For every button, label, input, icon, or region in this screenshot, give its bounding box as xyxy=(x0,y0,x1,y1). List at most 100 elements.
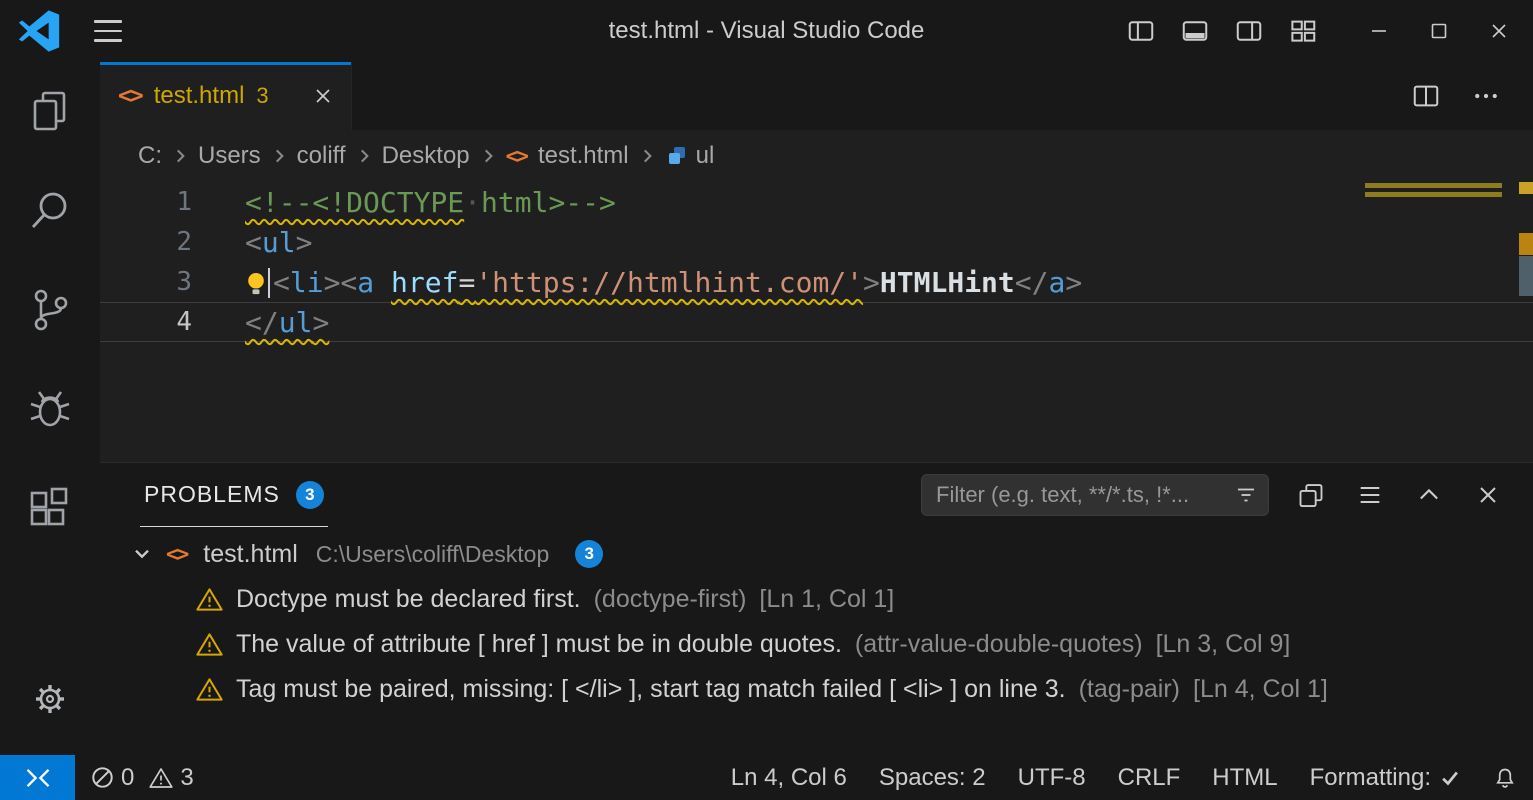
code-line-4[interactable]: 4</ul> xyxy=(100,302,1533,342)
notifications-bell-icon[interactable] xyxy=(1477,755,1533,800)
maximize-panel-icon[interactable] xyxy=(1412,478,1446,512)
toggle-primary-sidebar-icon[interactable] xyxy=(1121,11,1161,51)
breadcrumb-item-users[interactable]: Users xyxy=(198,142,261,170)
problems-file-row[interactable]: <> test.html C:\Users\coliff\Desktop 3 xyxy=(100,531,1533,577)
problem-message: Tag must be paired, missing: [ </li> ], … xyxy=(236,675,1066,704)
remote-indicator[interactable] xyxy=(0,755,75,800)
overview-ruler-mark xyxy=(1519,182,1533,194)
minimap-warning-mark xyxy=(1365,183,1502,188)
split-editor-icon[interactable] xyxy=(1409,79,1443,113)
problem-position: [Ln 3, Col 9] xyxy=(1156,630,1291,659)
settings-gear-icon[interactable] xyxy=(0,657,100,741)
close-panel-icon[interactable] xyxy=(1471,478,1505,512)
error-count: 0 xyxy=(121,764,134,792)
minimize-button[interactable] xyxy=(1357,9,1401,53)
chevron-right-icon xyxy=(355,147,373,165)
formatting-label: Formatting: xyxy=(1310,764,1431,792)
tab-problems[interactable]: PROBLEMS 3 xyxy=(140,463,328,527)
breadcrumb-item-c[interactable]: C: xyxy=(138,142,162,170)
toggle-secondary-sidebar-icon[interactable] xyxy=(1229,11,1269,51)
errors-icon xyxy=(91,766,114,789)
eol-status[interactable]: CRLF xyxy=(1102,755,1197,800)
problems-panel: PROBLEMS 3 xyxy=(100,462,1533,755)
problems-file-name: test.html xyxy=(203,540,297,569)
file-problems-badge: 3 xyxy=(575,540,603,568)
tab-bar: <> test.html 3 xyxy=(100,62,1533,130)
problems-status[interactable]: 0 3 xyxy=(75,755,218,800)
problems-file-path: C:\Users\coliff\Desktop xyxy=(316,541,549,568)
explorer-icon[interactable] xyxy=(0,62,100,161)
problem-row-1[interactable]: Doctype must be declared first. (doctype-… xyxy=(100,577,1533,622)
chevron-right-icon xyxy=(479,147,497,165)
problems-list: Doctype must be declared first. (doctype-… xyxy=(100,577,1533,712)
code-line-2[interactable]: 2<ul> xyxy=(100,222,1533,262)
breadcrumb-item-desktop[interactable]: Desktop xyxy=(382,142,470,170)
breadcrumb-label: coliff xyxy=(297,142,346,170)
problem-position: [Ln 4, Col 1] xyxy=(1193,675,1328,704)
problems-filter[interactable] xyxy=(921,474,1269,516)
code-line-3[interactable]: 3<li><a href='https://htmlhint.com/'>HTM… xyxy=(100,262,1533,302)
editor[interactable]: 1<!--<!DOCTYPE·html>-->2<ul>3<li><a href… xyxy=(100,182,1533,462)
breadcrumb-item-ul[interactable]: ul xyxy=(665,142,715,170)
warnings-icon xyxy=(149,767,173,789)
menu-icon[interactable] xyxy=(94,20,122,42)
problems-tree: <> test.html C:\Users\coliff\Desktop 3 D… xyxy=(100,527,1533,712)
formatting-status[interactable]: Formatting: xyxy=(1294,755,1477,800)
source-control-icon[interactable] xyxy=(0,260,100,359)
problem-position: [Ln 1, Col 1] xyxy=(759,585,894,614)
breadcrumb-label: test.html xyxy=(538,142,629,170)
panel-header: PROBLEMS 3 xyxy=(100,463,1533,527)
activity-bar xyxy=(0,62,100,755)
tab-label: test.html xyxy=(154,82,245,110)
customize-layout-icon[interactable] xyxy=(1283,11,1323,51)
chevron-right-icon xyxy=(638,147,656,165)
toggle-panel-icon[interactable] xyxy=(1175,11,1215,51)
problem-source: (doctype-first) xyxy=(594,585,747,614)
close-tab-icon[interactable] xyxy=(311,84,335,108)
warning-count: 3 xyxy=(180,764,193,792)
line-number: 4 xyxy=(100,307,192,337)
problems-count-badge: 3 xyxy=(296,481,324,509)
more-actions-icon[interactable] xyxy=(1469,79,1503,113)
filter-input[interactable] xyxy=(936,482,1234,508)
collapse-all-icon[interactable] xyxy=(1353,478,1387,512)
breadcrumb-label: Desktop xyxy=(382,142,470,170)
lightbulb-icon[interactable] xyxy=(245,271,267,297)
warning-icon xyxy=(196,587,223,612)
indentation-status[interactable]: Spaces: 2 xyxy=(863,755,1002,800)
search-icon[interactable] xyxy=(0,161,100,260)
breadcrumb-item-coliff[interactable]: coliff xyxy=(297,142,346,170)
close-window-button[interactable] xyxy=(1477,9,1521,53)
breadcrumb-label: ul xyxy=(696,142,715,170)
code-lines: 1<!--<!DOCTYPE·html>-->2<ul>3<li><a href… xyxy=(100,182,1533,342)
problem-row-3[interactable]: Tag must be paired, missing: [ </li> ], … xyxy=(100,667,1533,712)
html-file-icon: <> xyxy=(506,144,531,168)
scrollbar-slider[interactable] xyxy=(1519,256,1533,296)
problem-message: Doctype must be declared first. xyxy=(236,585,581,614)
encoding-status[interactable]: UTF-8 xyxy=(1002,755,1102,800)
maximize-button[interactable] xyxy=(1417,9,1461,53)
html-file-icon: <> xyxy=(166,542,191,566)
minimap-warning-mark xyxy=(1365,192,1502,197)
run-debug-icon[interactable] xyxy=(0,359,100,458)
problem-source: (tag-pair) xyxy=(1079,675,1180,704)
cursor-position-status[interactable]: Ln 4, Col 6 xyxy=(715,755,863,800)
view-as-table-icon[interactable] xyxy=(1294,478,1328,512)
tab-test-html[interactable]: <> test.html 3 xyxy=(100,62,352,130)
code-line-1[interactable]: 1<!--<!DOCTYPE·html>--> xyxy=(100,182,1533,222)
line-number: 3 xyxy=(100,267,192,297)
language-mode-status[interactable]: HTML xyxy=(1196,755,1293,800)
breadcrumb: C: Users coliff Desktop <> test.html ul xyxy=(100,130,1533,182)
breadcrumb-item-testhtml[interactable]: <> test.html xyxy=(506,142,629,170)
chevron-right-icon xyxy=(171,147,189,165)
problem-source: (attr-value-double-quotes) xyxy=(855,630,1143,659)
status-bar: 0 3 Ln 4, Col 6 Spaces: 2 UTF-8 CRLF HTM… xyxy=(0,755,1533,800)
symbol-icon xyxy=(665,144,689,168)
problem-row-2[interactable]: The value of attribute [ href ] must be … xyxy=(100,622,1533,667)
extensions-icon[interactable] xyxy=(0,458,100,557)
line-number: 2 xyxy=(100,227,192,257)
warning-icon xyxy=(196,677,223,702)
check-icon xyxy=(1439,767,1461,789)
chevron-down-icon[interactable] xyxy=(130,542,154,566)
breadcrumb-label: C: xyxy=(138,142,162,170)
